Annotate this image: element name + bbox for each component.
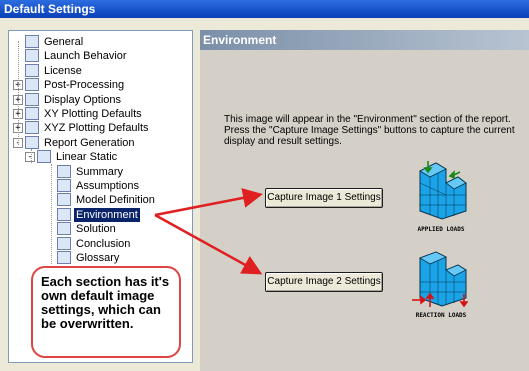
arrow-to-capture-2 [154,213,263,275]
annotation-callout: Each section has it's own default image … [31,266,181,358]
default-settings-window: Default Settings General Launch Behavior L… [0,0,529,371]
arrow-to-capture-1 [154,188,263,217]
